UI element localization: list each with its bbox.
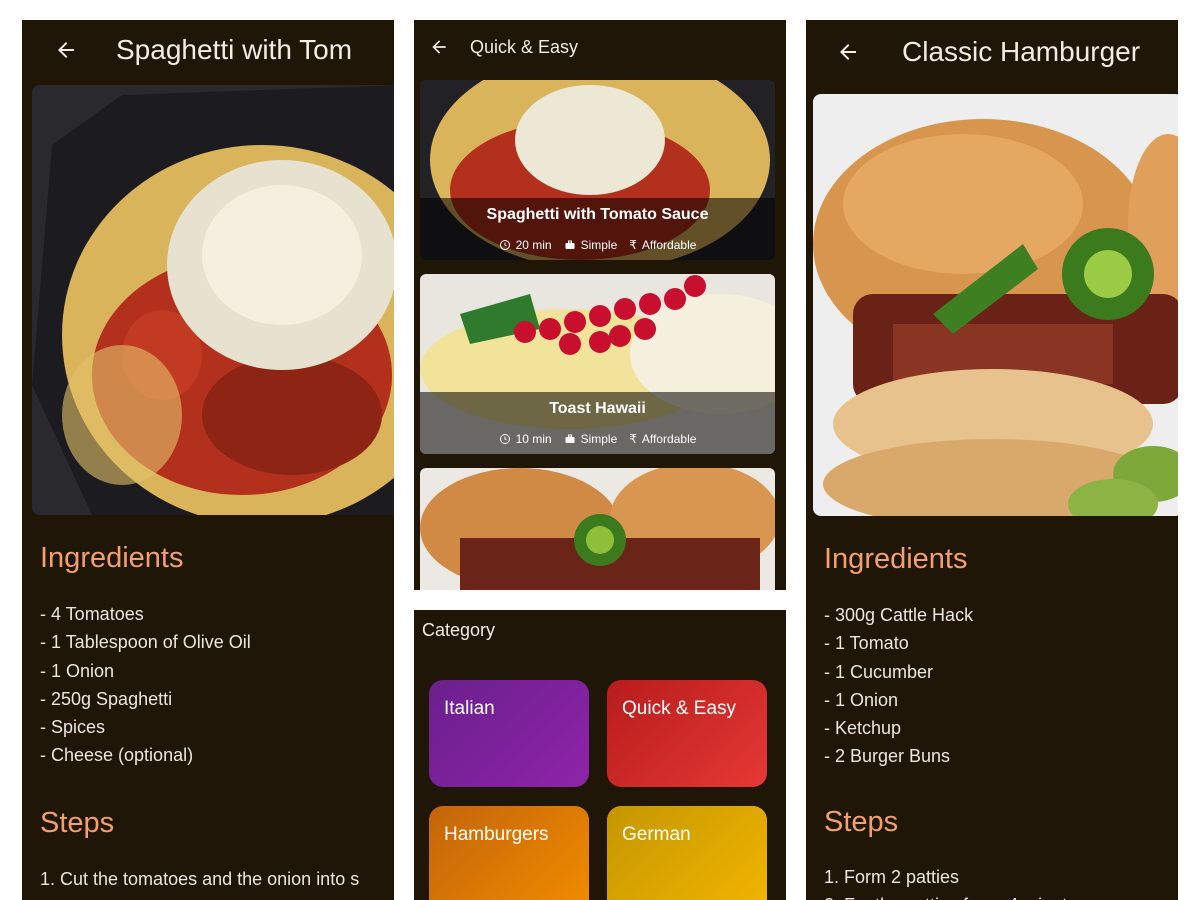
clock-icon [499, 434, 510, 444]
meal-card[interactable] [420, 468, 775, 590]
ingredient-item: - Cheese (optional) [40, 745, 194, 766]
hamburger-detail-screen: Classic Hamburger Ingredients - 300g Cat… [806, 20, 1178, 900]
step-item: 2. Fry the patties for c. 4 minutes [824, 891, 1086, 900]
category-tile-quick-easy[interactable]: Quick & Easy [607, 680, 767, 787]
duration: 10 min [499, 432, 552, 446]
ingredient-item: - Ketchup [824, 718, 902, 739]
ingredient-item: - 1 Onion [824, 689, 899, 710]
ingredients-heading: Ingredients [824, 543, 968, 575]
affordability-text: Affordable [641, 432, 697, 446]
affordability-text: Affordable [641, 238, 697, 252]
categories-screen: Category Italian Quick & Easy Hamburgers… [414, 610, 786, 900]
page-title: Classic Hamburger [902, 36, 1141, 67]
steps-list: 1. Cut the tomatoes and the onion into s [40, 865, 359, 893]
meal-card[interactable]: Toast Hawaii 10 min Simple ₹ Affordable [420, 274, 775, 454]
rupee-icon: ₹ [629, 432, 637, 446]
meal-meta: 20 min Simple ₹ Affordable [420, 238, 775, 252]
duration: 20 min [499, 238, 552, 252]
affordability: ₹ Affordable [629, 238, 696, 252]
meal-card[interactable]: Spaghetti with Tomato Sauce 20 min Simpl… [420, 80, 775, 260]
page-title: Spaghetti with Tom [116, 34, 353, 65]
ingredient-item: - 1 Tomato [824, 633, 909, 654]
duration-text: 10 min [515, 432, 552, 446]
meal-title: Spaghetti with Tomato Sauce [486, 206, 709, 223]
ingredient-item: - 1 Cucumber [824, 661, 934, 682]
clock-icon [499, 240, 510, 250]
ingredients-heading: Ingredients [40, 542, 184, 574]
arrow-back-icon [432, 40, 446, 54]
meal-image [813, 94, 1178, 516]
app-bar: Classic Hamburger [806, 20, 1178, 84]
app-bar: Quick & Easy [414, 20, 786, 74]
ingredient-item: - Spices [40, 717, 106, 738]
step-item: 1. Form 2 patties [824, 867, 960, 887]
complexity: Simple [564, 238, 618, 252]
meal-meta: 10 min Simple ₹ Affordable [420, 432, 775, 446]
category-tile-italian[interactable]: Italian [429, 680, 589, 787]
complexity-text: Simple [580, 432, 618, 446]
ingredient-item: - 1 Onion [40, 660, 115, 681]
ingredient-item: - 2 Burger Buns [824, 746, 951, 767]
category-tile-hamburgers[interactable]: Hamburgers [429, 806, 589, 900]
arrow-back-icon [840, 44, 856, 60]
category-label: Hamburgers [444, 824, 549, 845]
back-button[interactable] [52, 36, 80, 64]
meal-overlay: Spaghetti with Tomato Sauce 20 min Simpl… [420, 198, 775, 260]
affordability: ₹ Affordable [629, 432, 696, 446]
page-title: Quick & Easy [470, 36, 579, 57]
back-button[interactable] [428, 36, 450, 58]
back-button[interactable] [834, 38, 862, 66]
ingredient-item: - 250g Spaghetti [40, 688, 173, 709]
step-item: 1. Cut the tomatoes and the onion into s [40, 869, 360, 889]
steps-heading: Steps [40, 807, 115, 839]
meal-title: Toast Hawaii [549, 400, 646, 417]
meal-image [420, 468, 775, 590]
ingredients-list: - 300g Cattle Hack - 1 Tomato - 1 Cucumb… [824, 601, 973, 771]
arrow-back-icon [58, 42, 74, 58]
steps-heading: Steps [824, 806, 899, 838]
category-label: Italian [444, 698, 495, 719]
duration-text: 20 min [515, 238, 552, 252]
complexity: Simple [564, 432, 618, 446]
ingredient-item: - 4 Tomatoes [40, 604, 144, 624]
spaghetti-detail-screen: Spaghetti with Tom Ingredients - 4 Tomat… [22, 20, 394, 900]
steps-list: 1. Form 2 patties 2. Fry the patties for… [824, 863, 1086, 900]
briefcase-icon [565, 434, 575, 443]
meals-list-screen: Quick & Easy Spaghetti with Tomato Sauce… [414, 20, 786, 590]
ingredient-item: - 300g Cattle Hack [824, 605, 974, 625]
app-bar: Spaghetti with Tom [22, 20, 394, 80]
category-label: German [622, 824, 691, 845]
complexity-text: Simple [580, 238, 618, 252]
briefcase-icon [565, 240, 575, 249]
ingredients-list: - 4 Tomatoes - 1 Tablespoon of Olive Oil… [40, 600, 251, 770]
ingredient-item: - 1 Tablespoon of Olive Oil [40, 632, 251, 653]
meal-overlay: Toast Hawaii 10 min Simple ₹ Affordable [420, 392, 775, 454]
page-title: Category [422, 620, 496, 640]
rupee-icon: ₹ [629, 238, 637, 252]
meal-image [32, 85, 394, 515]
category-tile-german[interactable]: German [607, 806, 767, 900]
category-label: Quick & Easy [622, 698, 737, 719]
